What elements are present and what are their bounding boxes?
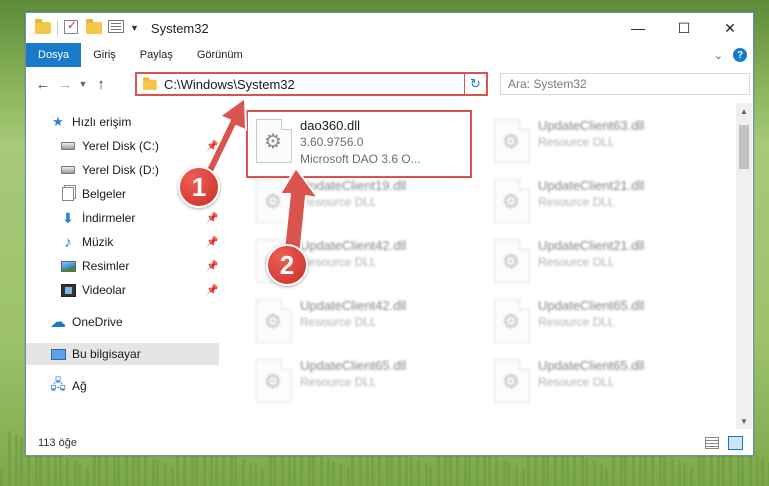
annotation-badge-1: 1 (178, 166, 220, 208)
annotation-badge-2: 2 (266, 244, 308, 286)
annotation-arrows (189, 97, 319, 257)
arrow-2 (279, 167, 319, 257)
